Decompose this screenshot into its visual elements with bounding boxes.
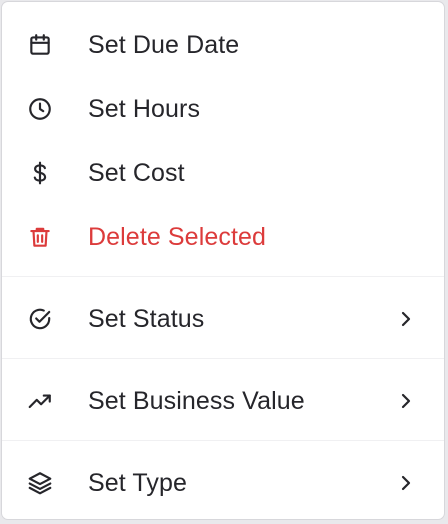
- chevron-right-icon: [398, 309, 414, 329]
- menu-divider: [2, 358, 444, 359]
- bulk-action-menu: Set Due Date Set Hours Set Cost Delete S…: [1, 1, 445, 520]
- trash-icon: [27, 224, 53, 250]
- menu-item-set-business-value[interactable]: Set Business Value: [2, 380, 444, 422]
- menu-item-set-hours[interactable]: Set Hours: [2, 88, 444, 130]
- menu-divider: [2, 276, 444, 277]
- menu-item-set-cost[interactable]: Set Cost: [2, 152, 444, 194]
- menu-item-label: Set Hours: [88, 94, 201, 123]
- chevron-right-icon: [398, 391, 414, 411]
- menu-item-set-due-date[interactable]: Set Due Date: [2, 24, 444, 66]
- clock-icon: [27, 96, 53, 122]
- chevron-right-icon: [398, 473, 414, 493]
- menu-item-set-type[interactable]: Set Type: [2, 462, 444, 504]
- trending-up-icon: [27, 388, 53, 414]
- check-circle-icon: [27, 306, 53, 332]
- layers-icon: [27, 470, 53, 496]
- menu-item-label: Set Status: [88, 304, 205, 333]
- menu-divider: [2, 440, 444, 441]
- menu-item-label: Set Type: [88, 468, 188, 497]
- menu-item-label: Set Cost: [88, 158, 185, 187]
- menu-item-label: Set Due Date: [88, 30, 240, 59]
- menu-item-label: Delete Selected: [88, 222, 267, 251]
- menu-item-delete-selected[interactable]: Delete Selected: [2, 216, 444, 258]
- dollar-icon: [27, 160, 53, 186]
- menu-item-label: Set Business Value: [88, 386, 305, 415]
- calendar-icon: [27, 32, 53, 58]
- menu-item-set-status[interactable]: Set Status: [2, 298, 444, 340]
